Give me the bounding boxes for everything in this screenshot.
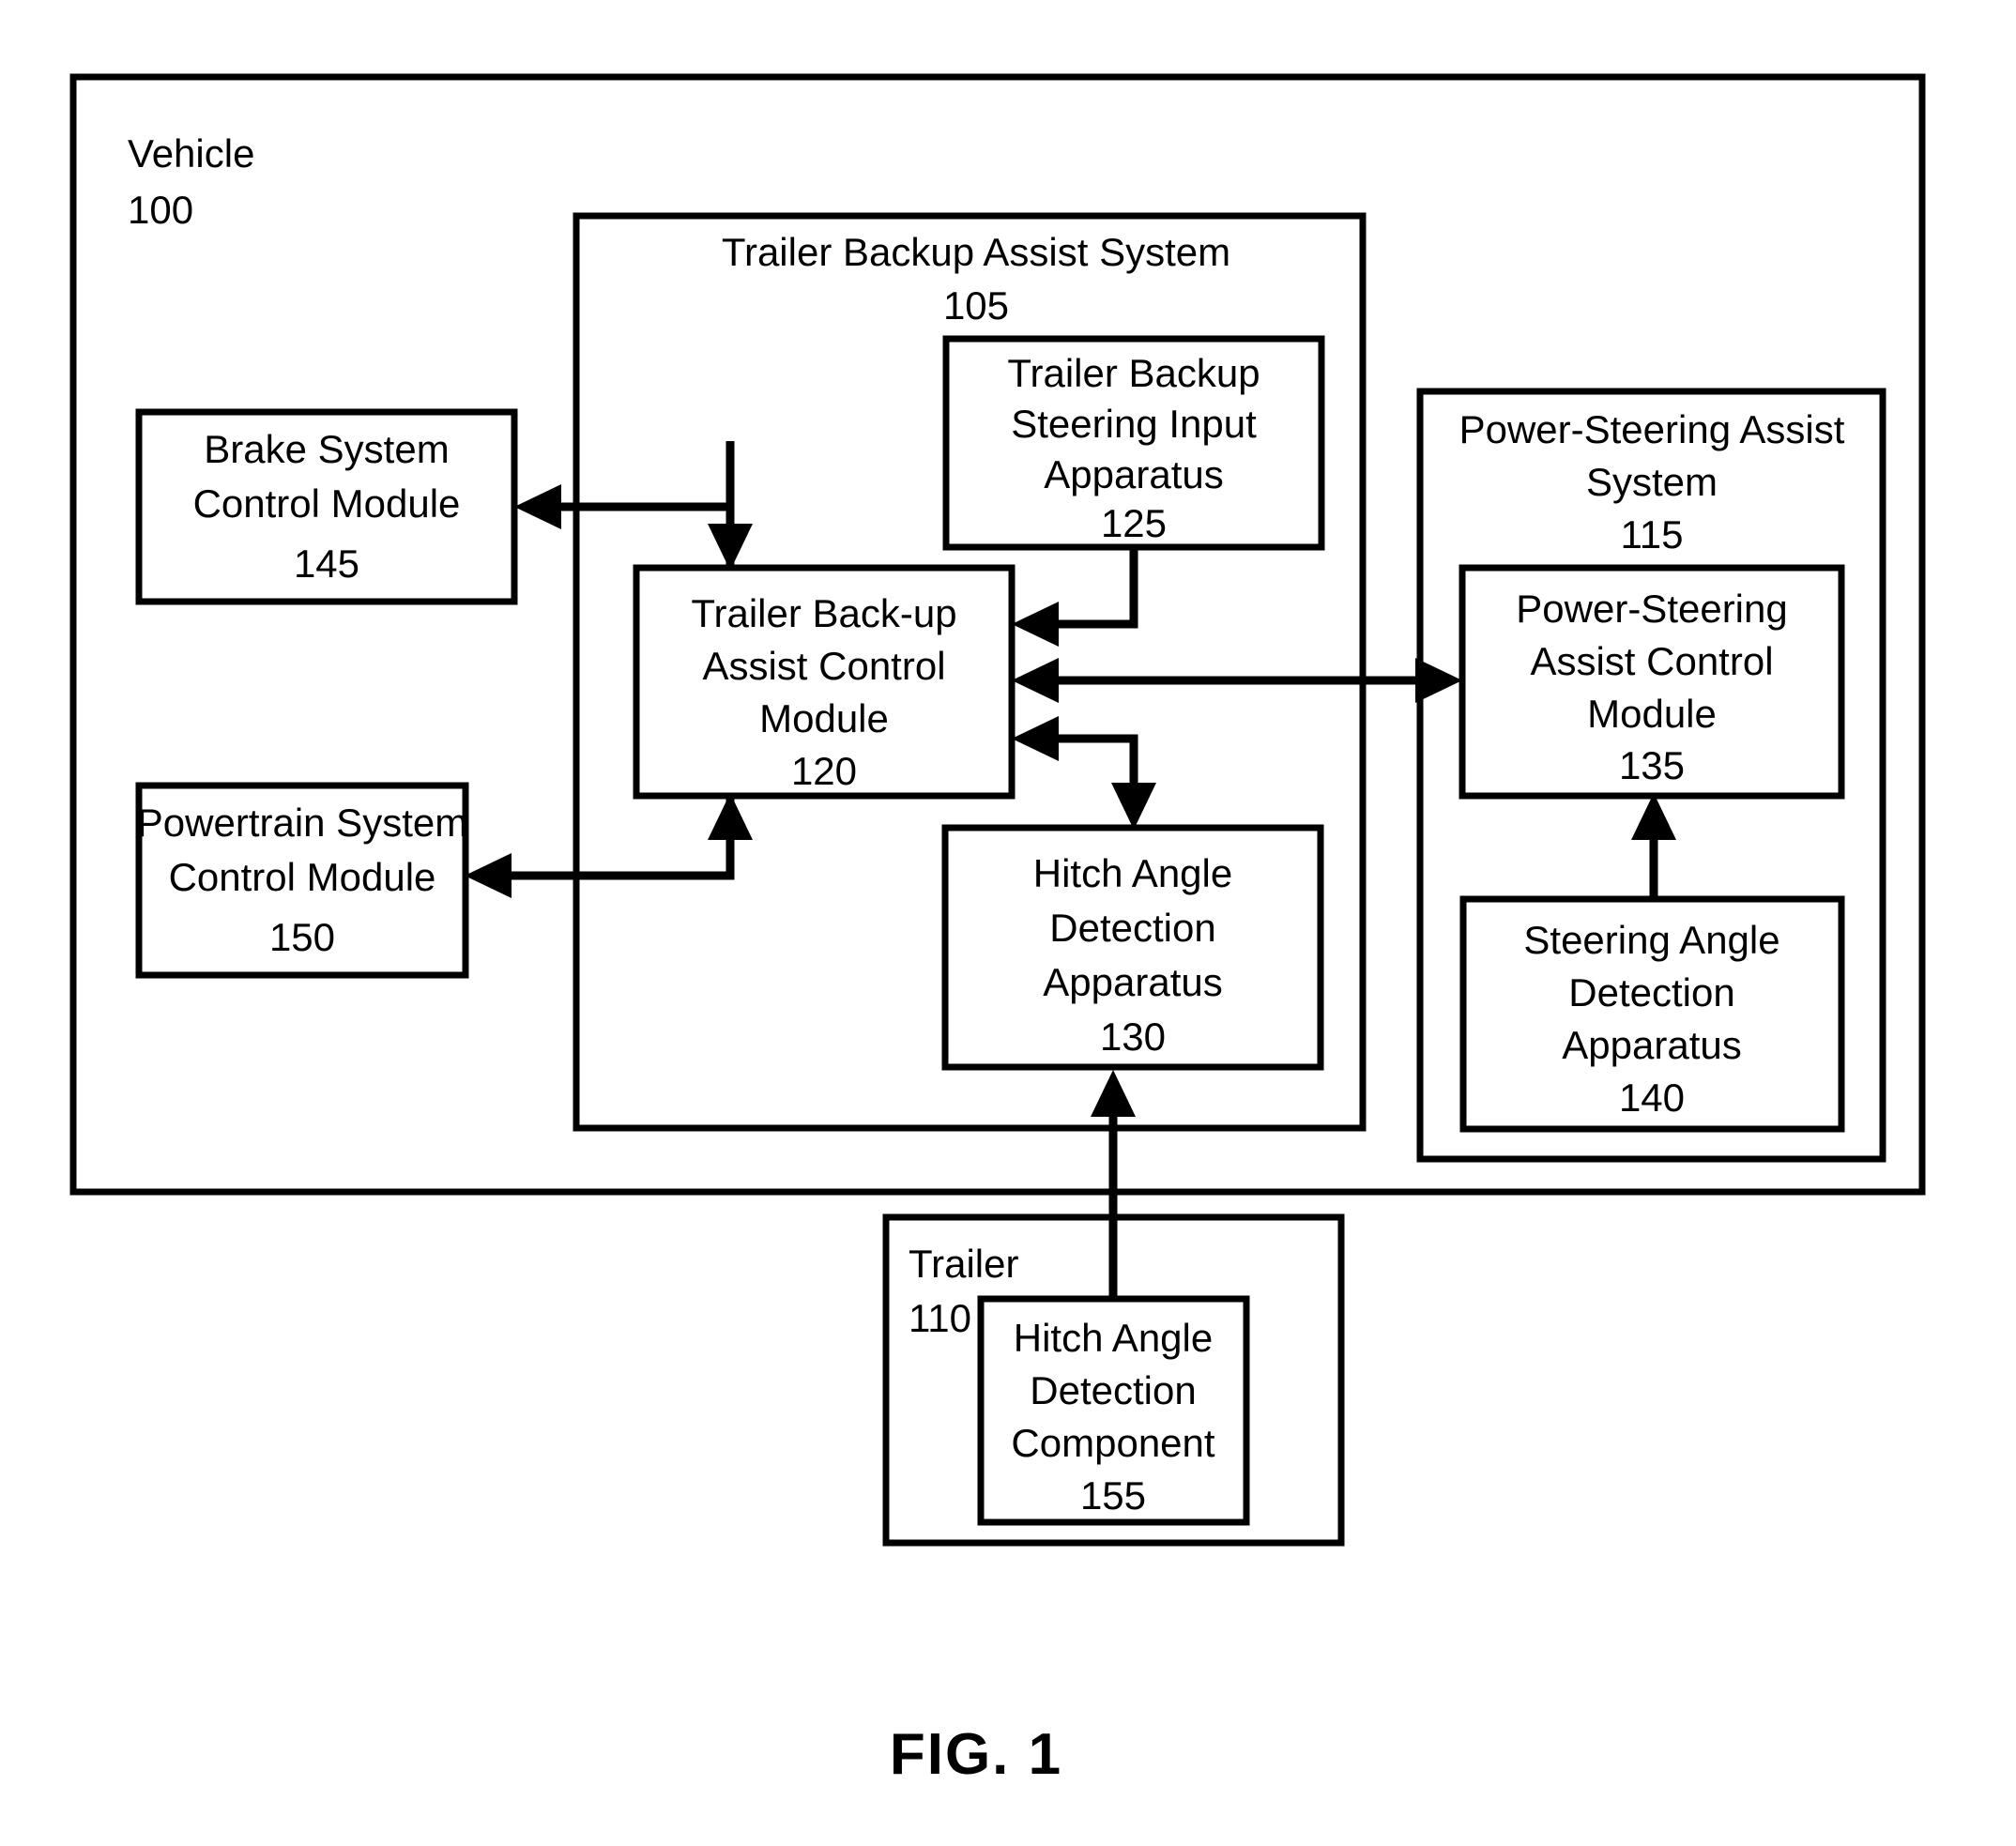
block-125-line-1: Steering Input <box>1011 402 1257 446</box>
block-140-line-3: 140 <box>1619 1076 1685 1120</box>
block-130-line-3: 130 <box>1100 1015 1166 1059</box>
block-135-line-2: Module <box>1587 692 1717 736</box>
container-vehicle-label-line-0: Vehicle <box>128 131 254 175</box>
block-trailer-backup-steering-input-apparatus: Trailer Backup Steering Input Apparatus … <box>942 335 1325 551</box>
block-155-line-1: Detection <box>1030 1368 1196 1412</box>
block-135-line-0: Power-Steering <box>1516 587 1787 631</box>
block-hitch-angle-detection-component: Hitch Angle Detection Component 155 <box>977 1295 1250 1526</box>
block-140-line-2: Apparatus <box>1562 1023 1741 1067</box>
container-tbas-label-line-0: Trailer Backup Assist System <box>722 230 1230 274</box>
block-hitch-angle-detection-apparatus: Hitch Angle Detection Apparatus 130 <box>941 824 1324 1071</box>
container-vehicle-label-line-1: 100 <box>128 188 193 232</box>
block-145-line-2: 145 <box>294 542 359 586</box>
block-140-line-0: Steering Angle <box>1523 918 1779 962</box>
block-trailer-backup-assist-control-module: Trailer Back-up Assist Control Module 12… <box>633 564 1016 800</box>
block-120-line-3: 120 <box>791 749 857 793</box>
block-120-line-0: Trailer Back-up <box>691 591 956 635</box>
block-145-line-1: Control Module <box>193 481 461 526</box>
block-150-line-1: Control Module <box>169 855 436 899</box>
figure-caption: FIG. 1 <box>890 1722 1062 1787</box>
block-125-line-3: 125 <box>1101 501 1167 545</box>
block-155-line-2: Component <box>1011 1421 1214 1465</box>
container-psas-label-line-2: 115 <box>1621 512 1684 557</box>
block-130-line-1: Detection <box>1049 906 1215 950</box>
container-trailer-label-line-0: Trailer <box>909 1242 1018 1286</box>
container-trailer-label-line-1: 110 <box>909 1296 971 1340</box>
block-135-line-3: 135 <box>1619 743 1685 787</box>
figure-root: Vehicle 100 Trailer Backup Assist System… <box>0 0 2016 1846</box>
block-125-line-0: Trailer Backup <box>1007 351 1260 395</box>
block-120-line-1: Assist Control <box>702 644 945 688</box>
block-130-line-0: Hitch Angle <box>1033 851 1232 895</box>
block-powertrain-system-control-module: Powertrain System Control Module 150 <box>135 782 469 979</box>
block-150-line-0: Powertrain System <box>137 801 467 845</box>
block-150-line-2: 150 <box>269 915 335 959</box>
patent-block-diagram: Vehicle 100 Trailer Backup Assist System… <box>69 73 1926 1787</box>
block-140-line-1: Detection <box>1568 970 1734 1015</box>
block-125-line-2: Apparatus <box>1044 452 1223 496</box>
block-brake-system-control-module: Brake System Control Module 145 <box>135 408 518 605</box>
block-155-line-3: 155 <box>1080 1473 1146 1518</box>
container-psas-label-line-1: System <box>1586 460 1718 504</box>
block-155-line-0: Hitch Angle <box>1014 1316 1213 1360</box>
block-power-steering-assist-control-module: Power-Steering Assist Control Module 135 <box>1459 564 1845 800</box>
block-135-line-1: Assist Control <box>1530 639 1773 683</box>
block-120-line-2: Module <box>759 696 889 740</box>
block-130-line-2: Apparatus <box>1043 960 1222 1004</box>
container-tbas-label-line-1: 105 <box>943 283 1009 328</box>
block-145-line-0: Brake System <box>204 427 449 471</box>
container-psas-label-line-0: Power-Steering Assist <box>1459 407 1845 451</box>
block-steering-angle-detection-apparatus: Steering Angle Detection Apparatus 140 <box>1459 895 1845 1133</box>
